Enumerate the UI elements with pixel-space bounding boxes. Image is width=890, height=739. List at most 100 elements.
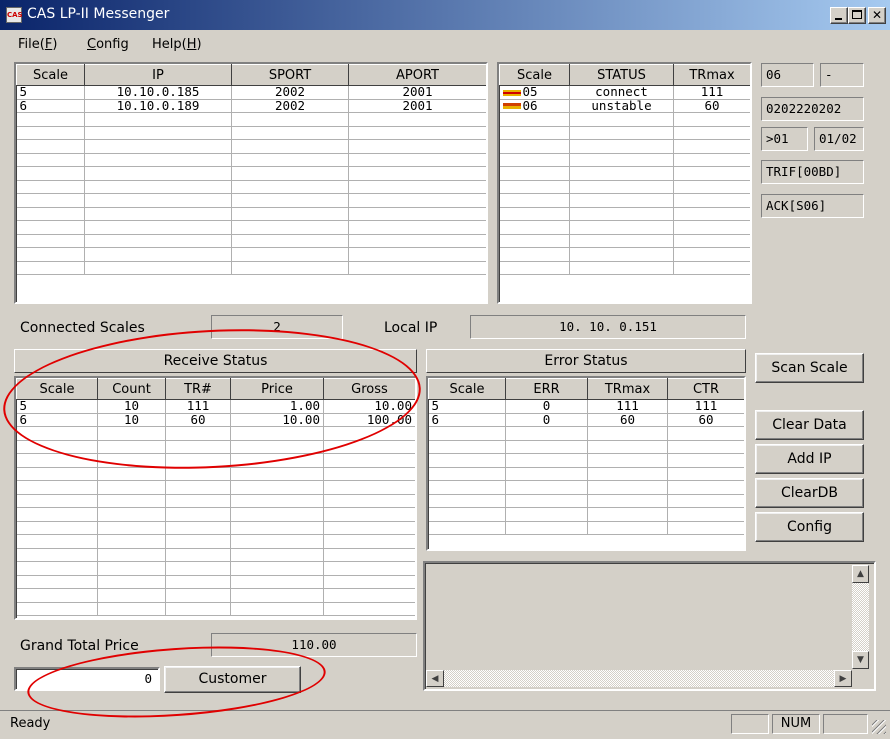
receive-status-row[interactable] — [16, 561, 415, 576]
error-status-header[interactable]: TRmax — [587, 378, 668, 400]
receive-status-header[interactable]: Count — [97, 378, 166, 400]
customer-input[interactable]: 0 — [14, 667, 160, 691]
error-status-row[interactable]: 6 0 60 60 — [428, 413, 744, 427]
scale-ip-row[interactable] — [16, 193, 486, 208]
scale-status-row[interactable] — [499, 126, 750, 140]
error-status-row[interactable] — [428, 494, 744, 508]
log-horizontal-scroll-track[interactable] — [444, 670, 836, 687]
scale-ip-header[interactable]: IP — [84, 64, 232, 86]
scale-ip-row[interactable] — [16, 126, 486, 140]
title-bar[interactable]: CAS CAS LP-II Messenger ✕ — [0, 0, 890, 30]
scale-ip-row[interactable]: 6 10.10.0.189 2002 2001 — [16, 99, 486, 113]
scale-status-row[interactable] — [499, 207, 750, 221]
scale-ip-list[interactable]: Scale IP SPORT APORT 5 10.10.0.185 2002 2001 6 1… — [14, 62, 488, 304]
error-status-row[interactable] — [428, 507, 744, 522]
error-status-row[interactable] — [428, 426, 744, 441]
receive-status-row[interactable] — [16, 494, 415, 508]
receive-status-row[interactable]: 5 10 111 1.00 10.00 — [16, 399, 415, 414]
scale-status-header[interactable]: STATUS — [569, 64, 674, 86]
receive-status-row[interactable] — [16, 453, 415, 468]
log-vertical-scroll-track[interactable] — [852, 583, 869, 651]
scale-ip-row[interactable] — [16, 180, 486, 194]
receive-status-row[interactable] — [16, 480, 415, 495]
error-status-row[interactable] — [428, 467, 744, 481]
receive-status-header[interactable]: Gross — [323, 378, 415, 400]
scan-scale-button[interactable]: Scan Scale — [755, 353, 864, 383]
scale-ip-row[interactable] — [16, 234, 486, 248]
scale-ip-header[interactable]: SPORT — [231, 64, 349, 86]
scale-status-row[interactable] — [499, 220, 750, 235]
config-button[interactable]: Config — [755, 512, 864, 542]
clear-data-button[interactable]: Clear Data — [755, 410, 864, 440]
receive-status-cell — [230, 467, 324, 481]
scale-ip-row[interactable] — [16, 112, 486, 127]
scale-ip-row[interactable] — [16, 139, 486, 154]
error-status-row[interactable] — [428, 521, 744, 535]
menu-help[interactable]: Help(H) — [152, 37, 202, 52]
scale-status-cell — [673, 193, 750, 208]
customer-button[interactable]: Customer — [164, 666, 301, 693]
close-button[interactable]: ✕ — [868, 7, 886, 24]
receive-status-row[interactable] — [16, 426, 415, 441]
receive-status-row[interactable]: 6 10 60 10.00 100.00 — [16, 413, 415, 427]
scale-ip-row[interactable] — [16, 247, 486, 262]
scale-ip-row[interactable] — [16, 153, 486, 167]
scale-status-row[interactable] — [499, 112, 750, 127]
maximize-button[interactable] — [848, 7, 866, 24]
receive-status-row[interactable] — [16, 521, 415, 535]
receive-status-row[interactable] — [16, 507, 415, 522]
error-status-row[interactable]: 5 0 111 111 — [428, 399, 744, 414]
receive-status-header[interactable]: TR# — [165, 378, 231, 400]
scroll-right-button[interactable]: ▶ — [834, 670, 852, 687]
app-icon[interactable]: CAS — [6, 7, 23, 23]
menu-config[interactable]: Config — [87, 37, 129, 52]
error-status-header[interactable]: Scale — [428, 378, 506, 400]
receive-status-header[interactable]: Scale — [16, 378, 98, 400]
scale-status-row[interactable] — [499, 261, 750, 275]
scale-ip-row[interactable] — [16, 220, 486, 235]
scale-status-row[interactable] — [499, 234, 750, 248]
scale-ip-row[interactable] — [16, 207, 486, 221]
scale-status-row[interactable] — [499, 166, 750, 181]
scale-status-row[interactable]: 05 connect 111 — [499, 85, 750, 100]
scale-ip-cell — [348, 180, 486, 194]
resize-grip-icon[interactable] — [872, 720, 886, 734]
error-status-row[interactable] — [428, 480, 744, 495]
scale-status-row[interactable] — [499, 180, 750, 194]
receive-status-row[interactable] — [16, 548, 415, 562]
scale-status-header[interactable]: Scale — [499, 64, 570, 86]
error-status-header[interactable]: CTR — [667, 378, 744, 400]
error-status-list[interactable]: Scale ERR TRmax CTR 5 0 111 111 6 0 60 60 — [426, 376, 746, 551]
clear-db-button[interactable]: ClearDB — [755, 478, 864, 508]
error-status-row[interactable] — [428, 453, 744, 468]
receive-status-header[interactable]: Price — [230, 378, 324, 400]
scroll-left-button[interactable]: ◀ — [426, 670, 444, 687]
scroll-down-button[interactable]: ▼ — [852, 651, 869, 669]
receive-status-row[interactable] — [16, 440, 415, 454]
scale-ip-header[interactable]: APORT — [348, 64, 486, 86]
scroll-up-button[interactable]: ▲ — [852, 565, 869, 583]
scale-status-row[interactable] — [499, 139, 750, 154]
scale-status-row[interactable] — [499, 247, 750, 262]
receive-status-row[interactable] — [16, 575, 415, 589]
scale-ip-row[interactable] — [16, 166, 486, 181]
scale-ip-row[interactable] — [16, 261, 486, 275]
add-ip-button[interactable]: Add IP — [755, 444, 864, 474]
minimize-button[interactable] — [830, 7, 848, 24]
scale-ip-row[interactable]: 5 10.10.0.185 2002 2001 — [16, 85, 486, 100]
scale-status-row[interactable]: 06 unstable 60 — [499, 99, 750, 113]
scale-ip-header[interactable]: Scale — [16, 64, 85, 86]
error-status-row[interactable] — [428, 440, 744, 454]
receive-status-row[interactable] — [16, 467, 415, 481]
error-status-header[interactable]: ERR — [505, 378, 588, 400]
scale-status-list[interactable]: Scale STATUS TRmax 05 connect 111 06 unstable 6… — [497, 62, 752, 304]
receive-status-row[interactable] — [16, 602, 415, 616]
receive-status-row[interactable] — [16, 588, 415, 603]
scale-status-row[interactable] — [499, 153, 750, 167]
menu-file[interactable]: File(F) — [18, 37, 57, 52]
scale-status-row[interactable] — [499, 193, 750, 208]
receive-status-list[interactable]: Scale Count TR# Price Gross 5 10 111 1.00 10.00 6… — [14, 376, 417, 620]
scale-status-header[interactable]: TRmax — [673, 64, 750, 86]
log-area[interactable]: ▲ ▼ ◀ ▶ — [423, 561, 876, 691]
receive-status-row[interactable] — [16, 534, 415, 549]
